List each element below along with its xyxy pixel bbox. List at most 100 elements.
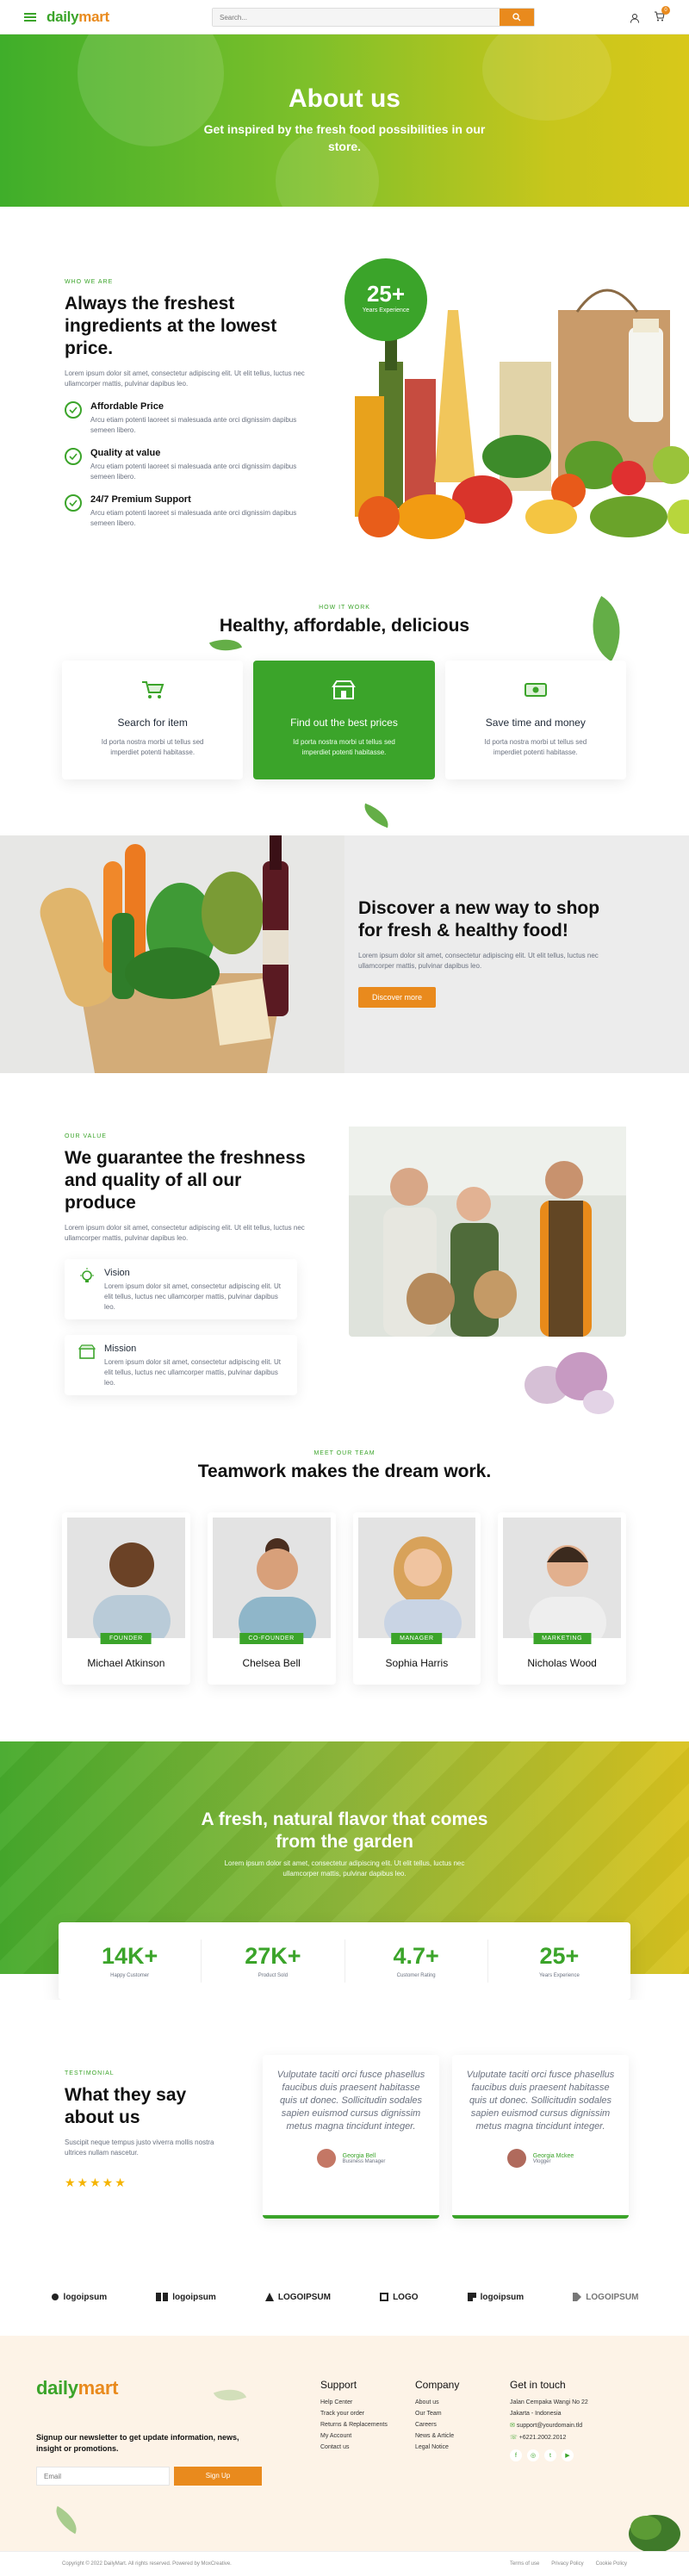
feature-title: 24/7 Premium Support	[90, 494, 191, 505]
mission-text: Lorem ipsum dolor sit amet, consectetur …	[104, 1358, 281, 1387]
author-name: Georgia Bell	[342, 2152, 376, 2159]
search-bar	[212, 8, 535, 27]
stat-item: 14K+ Happy Customer	[59, 1940, 202, 1983]
contact-email[interactable]: ✉ support@yourdomain.tld	[510, 2422, 588, 2429]
how-card-text: Id porta nostra morbi ut tellus sed impe…	[293, 738, 395, 756]
feature-text: Arcu etiam potenti laoreet si malesuada …	[90, 462, 297, 481]
terms-link[interactable]: Terms of use	[510, 2561, 539, 2567]
signup-button[interactable]: Sign Up	[174, 2467, 262, 2486]
avatar	[316, 2149, 336, 2168]
team-section: MEET OUR TEAM Teamwork makes the dream w…	[0, 1418, 689, 1741]
member-photo	[357, 1518, 476, 1638]
footer-link[interactable]: Careers	[415, 2422, 459, 2428]
member-role: MARKETING	[533, 1633, 592, 1644]
store-icon	[332, 680, 357, 699]
experience-badge: 25+ Years Experience	[344, 258, 427, 341]
member-role: FOUNDER	[100, 1633, 152, 1644]
author-role: Vlogger	[532, 2158, 551, 2164]
grocery-bag-image	[0, 835, 344, 1073]
footer-link[interactable]: Track your order	[320, 2411, 388, 2417]
how-card-save[interactable]: Save time and money Id porta nostra morb…	[444, 661, 626, 779]
store-icon	[78, 1344, 96, 1359]
cart-button[interactable]: 0	[654, 6, 670, 26]
lightbulb-icon	[80, 1268, 94, 1282]
footer-link[interactable]: News & Article	[415, 2433, 459, 2439]
whatsapp-icon: ☏	[510, 2435, 519, 2441]
intro-text: Lorem ipsum dolor sit amet, consectetur …	[65, 369, 305, 388]
discover-title: Discover a new way to shop for fresh & h…	[358, 898, 600, 940]
team-photo	[349, 1127, 626, 1414]
partner-logo[interactable]: LOGOIPSUM	[573, 2293, 638, 2302]
search-icon	[512, 13, 521, 22]
logo[interactable]: dailymart	[47, 9, 109, 26]
partner-logo[interactable]: LOGOIPSUM	[264, 2293, 331, 2302]
logo-icon	[156, 2293, 169, 2301]
partner-logo[interactable]: logoipsum	[156, 2293, 216, 2302]
footer-link[interactable]: Contact us	[320, 2444, 388, 2450]
member-role: CO-FOUNDER	[239, 1633, 303, 1644]
feature-text: Arcu etiam potenti laoreet si malesuada …	[90, 509, 297, 527]
team-member-card[interactable]: CO-FOUNDER Chelsea Bell	[207, 1512, 336, 1685]
facebook-icon[interactable]: f	[510, 2449, 522, 2461]
how-card-prices[interactable]: Find out the best prices Id porta nostra…	[253, 661, 435, 779]
bottom-bar: Copyright © 2022 DailyMart. All rights r…	[0, 2551, 689, 2576]
address-line: Jakarta - Indonesia	[510, 2411, 562, 2417]
author-name: Georgia Mckee	[532, 2152, 574, 2159]
cart-icon	[142, 681, 164, 698]
how-card-search[interactable]: Search for item Id porta nostra morbi ut…	[62, 661, 244, 779]
cookie-link[interactable]: Cookie Policy	[596, 2561, 627, 2567]
check-icon	[65, 494, 82, 512]
check-icon	[65, 401, 82, 419]
contact-phone[interactable]: ☏ +6221.2002.2012	[510, 2434, 588, 2441]
discover-more-button[interactable]: Discover more	[358, 987, 437, 1008]
how-card-title: Search for item	[117, 717, 188, 729]
partner-logo[interactable]: logoipsum	[51, 2293, 107, 2302]
feature-title: Quality at value	[90, 448, 161, 458]
support-column: Support Help Center Track your order Ret…	[320, 2379, 388, 2450]
footer-link[interactable]: Help Center	[320, 2399, 388, 2405]
member-photo	[503, 1518, 621, 1638]
logo-icon	[264, 2293, 274, 2301]
feature-item: Affordable Price Arcu etiam potenti laore…	[65, 401, 306, 436]
footer-link[interactable]: Our Team	[415, 2411, 459, 2417]
section-tag: MEET OUR TEAM	[313, 1450, 376, 1456]
footer-link[interactable]: About us	[415, 2399, 459, 2405]
section-tag: WHO WE ARE	[65, 279, 114, 285]
member-name: Michael Atkinson	[87, 1657, 165, 1669]
footer-logo[interactable]: dailymart	[36, 2377, 118, 2399]
mission-card: Mission Lorem ipsum dolor sit amet, conse…	[65, 1335, 297, 1395]
team-member-card[interactable]: MARKETING Nicholas Wood	[498, 1512, 626, 1685]
footer-link[interactable]: My Account	[320, 2433, 388, 2439]
instagram-icon[interactable]: ◎	[527, 2449, 539, 2461]
partner-logo[interactable]: LOGO	[380, 2293, 419, 2302]
partner-logo[interactable]: logoipsum	[467, 2293, 524, 2302]
vision-card: Vision Lorem ipsum dolor sit amet, consec…	[65, 1259, 297, 1319]
groceries-image: 25+ Years Experience	[344, 258, 689, 547]
money-icon	[524, 683, 547, 697]
intro-title: Always the freshest ingredients at the l…	[65, 294, 277, 358]
section-tag: OUR VALUE	[65, 1133, 107, 1139]
team-member-card[interactable]: FOUNDER Michael Atkinson	[62, 1512, 190, 1685]
email-field[interactable]	[36, 2467, 170, 2486]
search-button[interactable]	[500, 9, 534, 26]
twitter-icon[interactable]: t	[544, 2449, 556, 2461]
team-member-card[interactable]: MANAGER Sophia Harris	[352, 1512, 481, 1685]
flavor-text: Lorem ipsum dolor sit amet, consectetur …	[224, 1859, 465, 1878]
menu-icon[interactable]	[24, 12, 36, 22]
testimonial-title: What they say about us	[65, 2085, 187, 2127]
team-title: Teamwork makes the dream work.	[197, 1462, 492, 1481]
hero-subtitle: Get inspired by the fresh food possibili…	[203, 122, 486, 153]
footer-link[interactable]: Legal Notice	[415, 2444, 459, 2450]
footer-link[interactable]: Returns & Replacements	[320, 2422, 388, 2428]
privacy-link[interactable]: Privacy Policy	[551, 2561, 583, 2567]
member-photo	[67, 1518, 185, 1638]
vegetable-image	[629, 2515, 680, 2553]
youtube-icon[interactable]: ▶	[562, 2449, 574, 2461]
user-icon[interactable]	[630, 13, 640, 23]
feature-text: Arcu etiam potenti laoreet si malesuada …	[90, 416, 297, 434]
logo-icon	[380, 2293, 389, 2301]
member-name: Chelsea Bell	[242, 1657, 301, 1669]
value-title: We guarantee the freshness and quality o…	[65, 1148, 306, 1213]
search-input[interactable]	[213, 9, 500, 26]
author-role: Business Manager	[342, 2158, 386, 2164]
